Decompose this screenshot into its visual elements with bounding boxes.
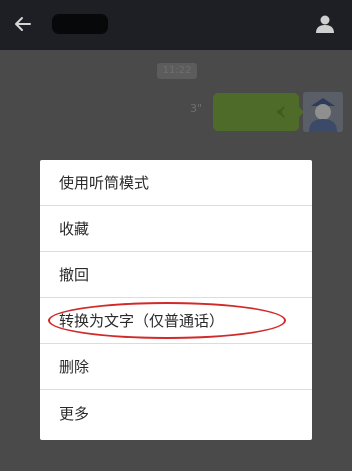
menu-item-label: 更多: [59, 404, 90, 423]
arrow-left-icon: [15, 17, 31, 31]
context-menu: 使用听筒模式 收藏 撤回 转换为文字（仅普通话） 删除 更多: [40, 160, 312, 440]
person-icon: [316, 15, 334, 33]
voice-message-bubble[interactable]: [213, 93, 304, 131]
chat-title-redacted: [52, 14, 108, 34]
menu-item-convert-to-text[interactable]: 转换为文字（仅普通话）: [40, 298, 312, 344]
menu-item-delete[interactable]: 删除: [40, 344, 312, 390]
message-timestamp: 11:22: [157, 63, 197, 79]
menu-item-label: 撤回: [59, 266, 90, 284]
avatar-image: [303, 92, 343, 132]
menu-item-label: 收藏: [59, 220, 90, 238]
menu-item-label: 使用听筒模式: [59, 174, 150, 192]
voice-duration: 3": [190, 102, 203, 115]
chat-info-button[interactable]: [310, 9, 340, 39]
menu-item-earpiece-mode[interactable]: 使用听筒模式: [40, 160, 312, 206]
menu-item-label: 转换为文字（仅普通话）: [59, 312, 225, 330]
avatar[interactable]: [303, 92, 343, 132]
top-bar: [0, 0, 352, 50]
voice-wave-icon: [276, 106, 285, 118]
menu-item-favorite[interactable]: 收藏: [40, 206, 312, 252]
menu-item-label: 删除: [59, 358, 90, 376]
menu-item-recall[interactable]: 撤回: [40, 252, 312, 298]
menu-item-more[interactable]: 更多: [40, 390, 312, 436]
back-button[interactable]: [8, 9, 38, 39]
